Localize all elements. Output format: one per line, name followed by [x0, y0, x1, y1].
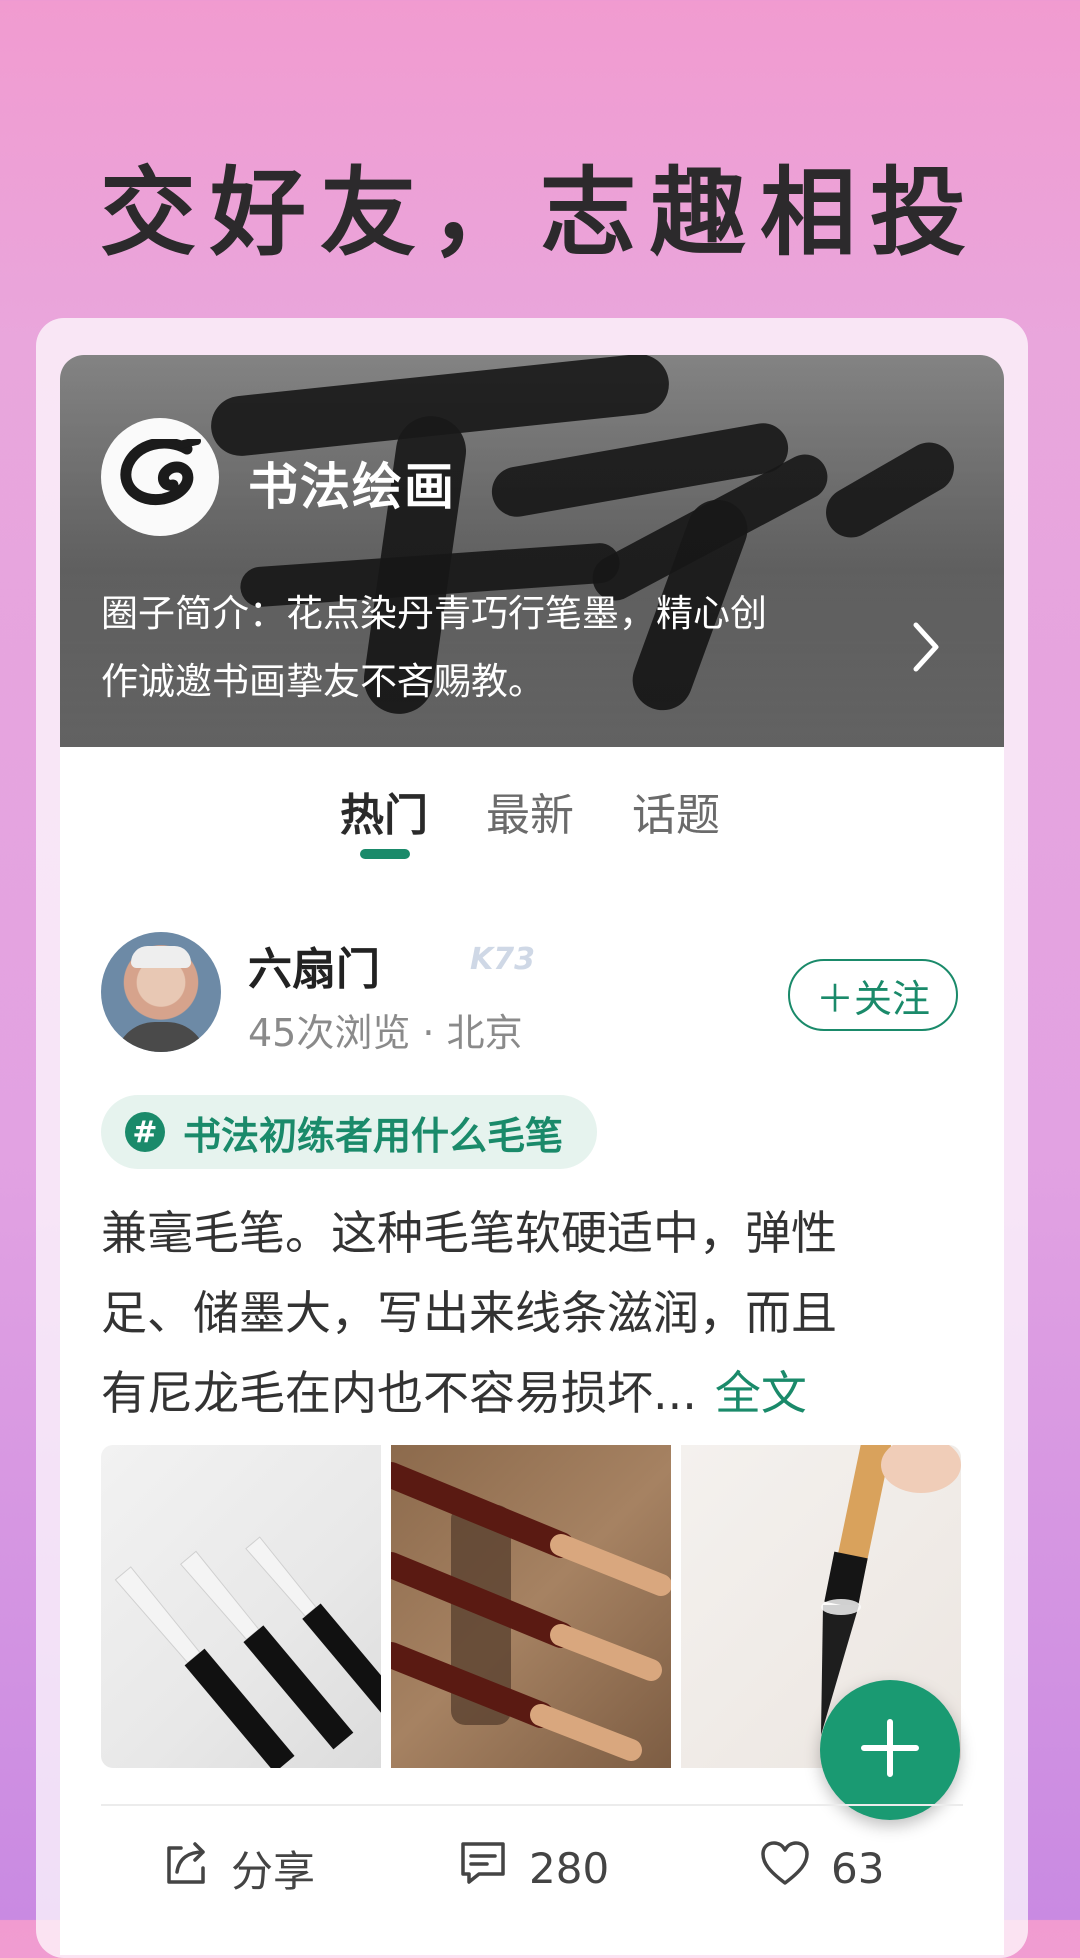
tab-topics[interactable]: 话题	[632, 779, 720, 843]
brush-set-illustration	[114, 1536, 381, 1768]
brush-rest-illustration	[391, 1462, 671, 1761]
follow-button[interactable]: ＋关注	[788, 959, 958, 1031]
ink-swirl-icon	[117, 437, 203, 515]
post-body-line: 足、储墨大，写出来线条滋润，而且	[101, 1286, 837, 1340]
comment-button[interactable]: 280	[457, 1833, 609, 1903]
avatar-shirt	[115, 1022, 207, 1052]
post-body-line: 兼毫毛笔。这种毛笔软硬适中，弹性	[101, 1206, 837, 1260]
share-button[interactable]: 分享	[161, 1833, 315, 1903]
post-body: 兼毫毛笔。这种毛笔软硬适中，弹性 足、储墨大，写出来线条滋润，而且 有尼龙毛在内…	[101, 1193, 961, 1433]
circle-intro-line: 作诚邀书画挚友不吝赐教。	[101, 660, 545, 703]
create-post-button[interactable]	[820, 1680, 960, 1820]
site-watermark: K73	[470, 942, 535, 977]
author-meta: 45次浏览 · 北京	[248, 1011, 523, 1055]
read-more-link[interactable]: 全文	[715, 1366, 807, 1420]
post-body-text: 有尼龙毛在内也不容易损坏...	[101, 1366, 697, 1420]
post-image-brush-set[interactable]	[101, 1445, 381, 1768]
post-body-line: 有尼龙毛在内也不容易损坏... 全文	[101, 1353, 961, 1433]
plus-icon	[858, 1716, 922, 1784]
active-tab-indicator	[360, 849, 410, 859]
circle-intro-line: 圈子简介：花点染丹青巧行笔墨，精心创	[101, 592, 767, 635]
phone-screen: 书法绘画 圈子简介：花点染丹青巧行笔墨，精心创 作诚邀书画挚友不吝赐教。 热门 …	[60, 355, 1004, 1955]
hashtag-icon: #	[125, 1112, 165, 1152]
author-name[interactable]: 六扇门	[248, 933, 380, 997]
feed-tabs: 热门 最新 话题	[60, 779, 1004, 859]
circle-logo	[101, 418, 219, 536]
topic-chip[interactable]: # 书法初练者用什么毛笔	[101, 1095, 598, 1169]
like-count: 63	[831, 1843, 885, 1893]
heart-icon	[759, 1839, 831, 1897]
tab-hot[interactable]: 热门	[340, 779, 428, 843]
promo-headline: 交好友，志趣相投	[100, 157, 980, 269]
comment-count: 280	[529, 1843, 610, 1893]
post-divider	[101, 1804, 963, 1806]
share-icon	[161, 1838, 231, 1898]
circle-banner[interactable]: 书法绘画 圈子简介：花点染丹青巧行笔墨，精心创 作诚邀书画挚友不吝赐教。	[60, 355, 1004, 747]
tab-latest[interactable]: 最新	[486, 779, 574, 843]
circle-intro: 圈子简介：花点染丹青巧行笔墨，精心创 作诚邀书画挚友不吝赐教。	[101, 580, 881, 716]
share-label: 分享	[231, 1846, 316, 1896]
circle-name: 书法绘画	[248, 458, 456, 516]
avatar[interactable]	[101, 932, 221, 1052]
post-image-brush-rest[interactable]	[391, 1445, 671, 1768]
chevron-right-icon[interactable]	[906, 617, 946, 677]
topic-label: 书法初练者用什么毛笔	[183, 1113, 564, 1158]
avatar-hair	[131, 946, 191, 968]
comment-icon	[457, 1838, 529, 1898]
like-button[interactable]: 63	[759, 1833, 884, 1903]
